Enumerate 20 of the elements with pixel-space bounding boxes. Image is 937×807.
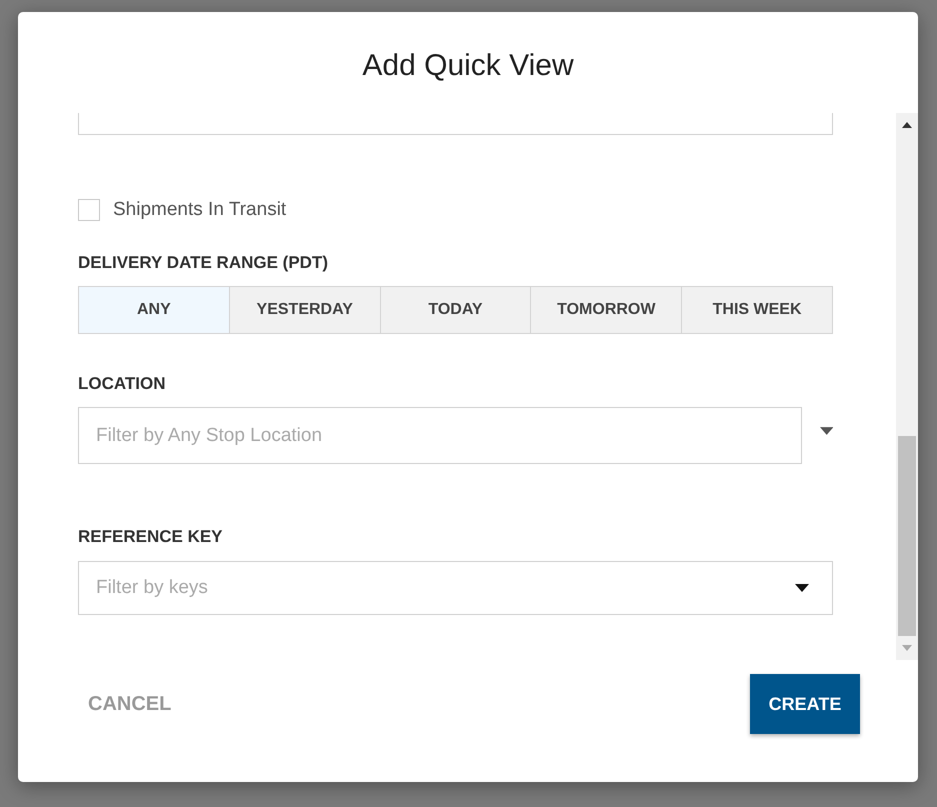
date-range-option[interactable]: THIS WEEK	[681, 287, 832, 333]
scroll-up-arrow-icon[interactable]	[902, 122, 912, 128]
date-range-option[interactable]: YESTERDAY	[228, 287, 380, 333]
checkbox-label: Shipments In Transit	[113, 199, 286, 221]
scroll-down-arrow-icon[interactable]	[902, 645, 912, 651]
section-label: DELIVERY DATE RANGE (PDT)	[78, 253, 329, 273]
date-range-option[interactable]: TODAY	[380, 287, 530, 333]
scrollbar[interactable]	[896, 113, 918, 660]
section-label: LOCATION	[78, 374, 167, 394]
create-button[interactable]: CREATE	[750, 674, 860, 734]
reference-key-dropdown[interactable]: Filter by keys	[78, 561, 833, 615]
checkbox[interactable]	[78, 199, 100, 221]
scrollbar-thumb[interactable]	[898, 436, 916, 636]
location-field[interactable]: Filter by Any Stop Location	[78, 407, 802, 464]
caret-icon[interactable]	[820, 426, 833, 434]
date-range-option[interactable]: TOMORROW	[530, 287, 682, 333]
caret-icon[interactable]	[795, 584, 809, 592]
dialog-title: Add Quick View	[362, 48, 574, 84]
section-label: REFERENCE KEY	[78, 527, 224, 547]
date-range-option[interactable]: ANY	[79, 287, 229, 333]
